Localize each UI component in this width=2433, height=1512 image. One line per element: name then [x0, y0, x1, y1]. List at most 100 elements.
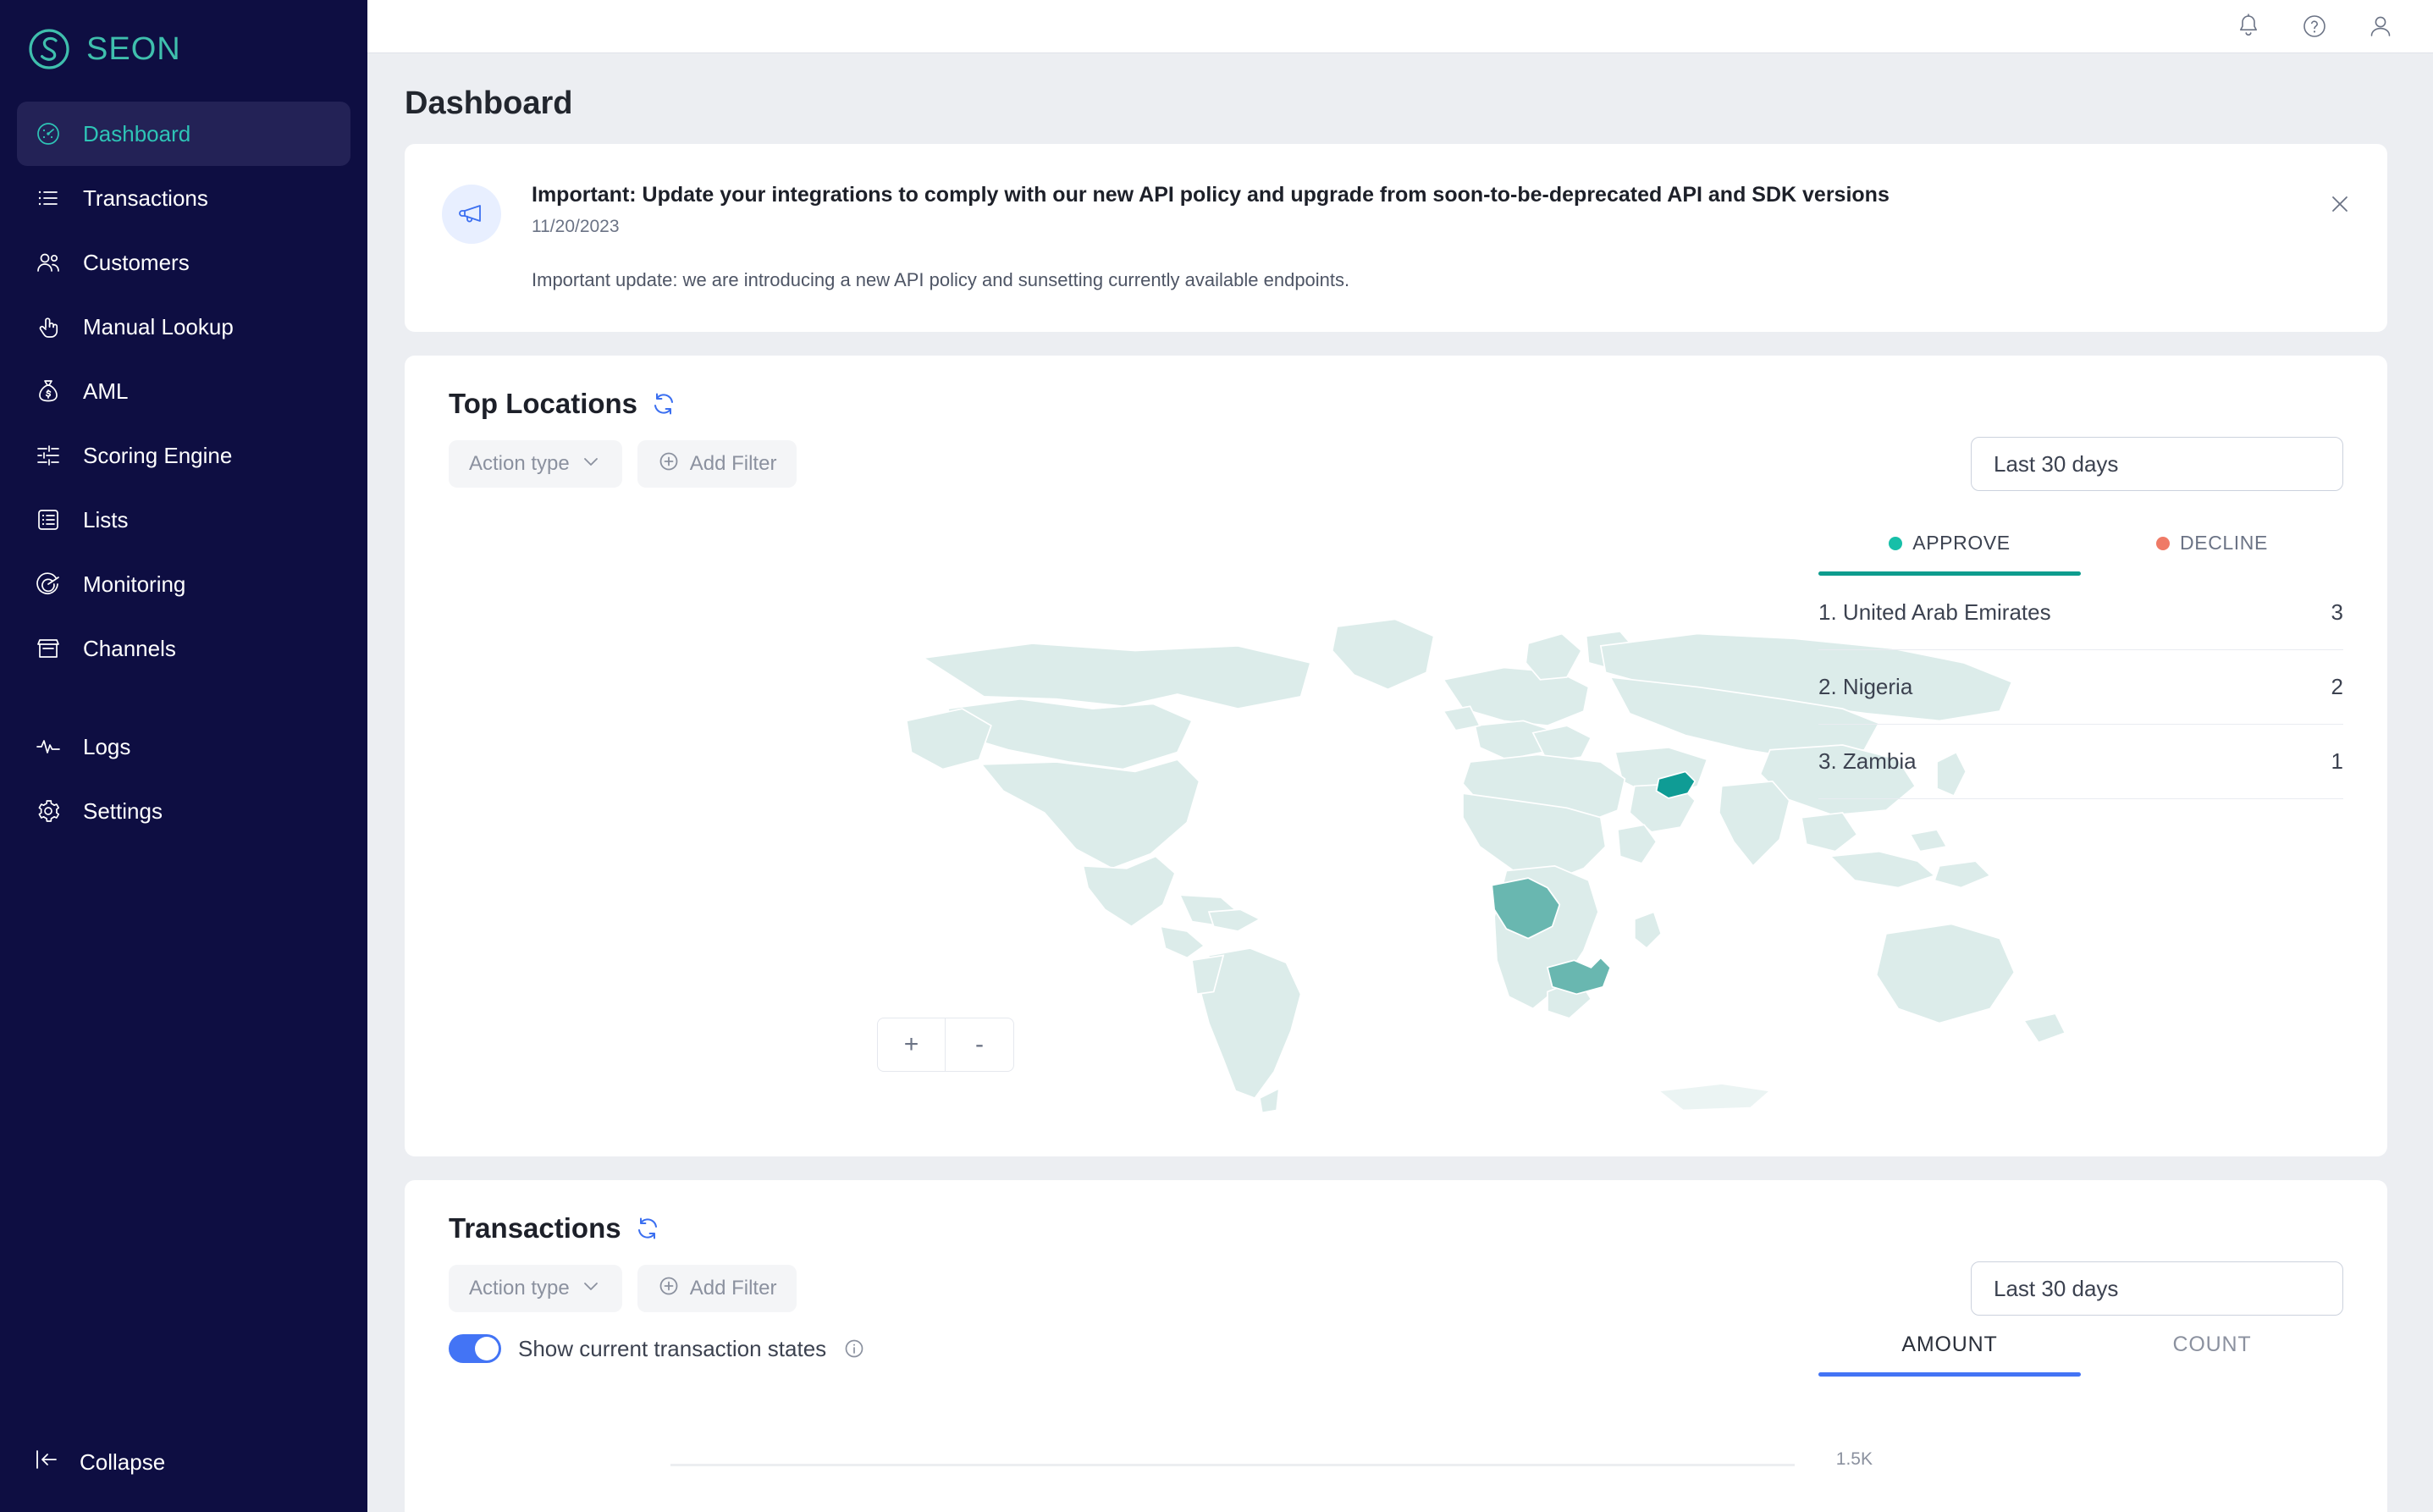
collapse-sidebar-button[interactable]: Collapse — [0, 1447, 165, 1478]
sidebar-item-logs[interactable]: Logs — [17, 715, 350, 779]
transactions-widget: Transactions Action type Add Filter Last… — [405, 1180, 2387, 1512]
transactions-header: Transactions — [405, 1180, 2387, 1244]
sidebar-item-aml[interactable]: AML — [17, 359, 350, 423]
tab-decline-label: DECLINE — [2180, 532, 2268, 554]
bell-icon[interactable] — [2233, 11, 2264, 41]
table-row[interactable]: 3. Zambia 1 — [1818, 725, 2343, 799]
sidebar-item-lists[interactable]: Lists — [17, 488, 350, 552]
location-name: 3. Zambia — [1818, 748, 1917, 774]
announcement-body: Important: Update your integrations to c… — [501, 181, 2387, 332]
decline-dot-icon — [2156, 536, 2171, 550]
top-locations-header: Top Locations — [405, 356, 2387, 420]
sidebar-item-label: Manual Lookup — [83, 313, 234, 339]
sidebar-item-label: Transactions — [83, 185, 208, 211]
money-bag-icon — [34, 377, 63, 406]
approve-dot-icon — [1889, 536, 1903, 550]
action-type-dropdown[interactable]: Action type — [449, 1265, 622, 1312]
tab-count[interactable]: COUNT — [2081, 1333, 2343, 1372]
page-title: Dashboard — [405, 86, 573, 121]
sidebar-item-label: AML — [83, 378, 129, 404]
collapse-left-icon — [34, 1447, 59, 1478]
top-locations-title: Top Locations — [449, 388, 638, 419]
transactions-tab-underline — [1818, 1372, 2343, 1377]
gauge-icon — [34, 119, 63, 148]
sidebar-item-monitoring[interactable]: Monitoring — [17, 552, 350, 616]
sidebar-item-label: Channels — [83, 635, 176, 661]
help-circle-icon[interactable] — [2299, 11, 2330, 41]
top-locations-panel: APPROVE DECLINE 1. United Arab Emirates … — [1818, 532, 2343, 799]
store-icon — [34, 634, 63, 663]
sidebar-item-label: Logs — [83, 733, 131, 759]
refresh-icon[interactable] — [635, 1216, 660, 1241]
add-filter-button[interactable]: Add Filter — [637, 440, 797, 488]
sidebar-item-scoring-engine[interactable]: Scoring Engine — [17, 423, 350, 488]
top-locations-date-range[interactable]: Last 30 days — [1971, 437, 2343, 491]
transactions-title: Transactions — [449, 1212, 621, 1244]
gear-icon — [34, 797, 63, 825]
top-locations-tabs: APPROVE DECLINE — [1818, 532, 2343, 571]
top-locations-tab-underline — [1818, 571, 2343, 576]
sidebar-item-transactions[interactable]: Transactions — [17, 166, 350, 230]
chevron-down-icon — [580, 450, 602, 478]
refresh-icon[interactable] — [651, 391, 676, 417]
transactions-date-range[interactable]: Last 30 days — [1971, 1261, 2343, 1316]
sliders-icon — [34, 441, 63, 470]
chevron-down-icon — [580, 1275, 602, 1303]
pulse-icon — [34, 732, 63, 761]
map-zoom-in-button[interactable]: + — [878, 1018, 946, 1071]
topbar — [367, 0, 2433, 53]
map-zoom-controls[interactable]: + - — [877, 1018, 1014, 1072]
list-icon — [34, 184, 63, 212]
close-icon[interactable] — [2326, 190, 2353, 222]
radar-icon — [34, 570, 63, 599]
location-name: 2. Nigeria — [1818, 674, 1913, 699]
transactions-chart[interactable]: 1.5K — [449, 1417, 1873, 1512]
list-box-icon — [34, 505, 63, 534]
tab-approve-label: APPROVE — [1912, 532, 2011, 554]
sidebar-item-settings[interactable]: Settings — [17, 779, 350, 843]
add-filter-button[interactable]: Add Filter — [637, 1265, 797, 1312]
plus-circle-icon — [658, 1275, 680, 1303]
sidebar-item-label: Scoring Engine — [83, 442, 233, 468]
location-name: 1. United Arab Emirates — [1818, 599, 2051, 625]
megaphone-icon — [442, 185, 501, 244]
top-locations-widget: Top Locations Action type Add Filter Las… — [405, 356, 2387, 1156]
table-row[interactable]: 2. Nigeria 2 — [1818, 650, 2343, 725]
sidebar-item-customers[interactable]: Customers — [17, 230, 350, 295]
announcement-description: Important update: we are introducing a n… — [532, 268, 1350, 290]
user-account-icon[interactable] — [2365, 11, 2396, 41]
announcement-date: 11/20/2023 — [532, 216, 620, 236]
location-value: 2 — [2331, 674, 2343, 699]
add-filter-label: Add Filter — [689, 452, 777, 475]
sidebar-item-label: Lists — [83, 506, 129, 533]
sidebar-divider-gap — [0, 681, 367, 715]
brand-name: SEON — [86, 30, 181, 67]
sidebar-item-dashboard[interactable]: Dashboard — [17, 102, 350, 166]
action-type-dropdown[interactable]: Action type — [449, 440, 622, 488]
users-icon — [34, 248, 63, 277]
map-zoom-out-button[interactable]: - — [946, 1018, 1013, 1071]
tab-decline[interactable]: DECLINE — [2081, 532, 2343, 571]
tab-amount[interactable]: AMOUNT — [1818, 1333, 2081, 1372]
sidebar: SEON Dashboard Transactions Customers Ma… — [0, 0, 367, 1512]
add-filter-label: Add Filter — [689, 1277, 777, 1300]
sidebar-item-label: Customers — [83, 249, 190, 275]
show-transaction-states-toggle[interactable] — [449, 1334, 501, 1363]
announcement-title: Important: Update your integrations to c… — [532, 183, 1890, 207]
announcement-banner: Important: Update your integrations to c… — [405, 144, 2387, 332]
info-circle-icon[interactable] — [843, 1338, 865, 1360]
collapse-label: Collapse — [80, 1449, 166, 1475]
sidebar-nav: Dashboard Transactions Customers Manual … — [0, 102, 367, 843]
brand: SEON — [0, 0, 367, 98]
table-row[interactable]: 1. United Arab Emirates 3 — [1818, 576, 2343, 650]
main-content: Dashboard Important: Update your integra… — [367, 0, 2433, 1512]
action-type-label: Action type — [469, 452, 570, 475]
sidebar-item-channels[interactable]: Channels — [17, 616, 350, 681]
seon-logo-icon — [25, 25, 73, 73]
sidebar-item-manual-lookup[interactable]: Manual Lookup — [17, 295, 350, 359]
plus-circle-icon — [658, 450, 680, 478]
tab-approve[interactable]: APPROVE — [1818, 532, 2081, 571]
action-type-label: Action type — [469, 1277, 570, 1300]
hand-point-icon — [34, 312, 63, 341]
sidebar-item-label: Settings — [83, 797, 163, 824]
